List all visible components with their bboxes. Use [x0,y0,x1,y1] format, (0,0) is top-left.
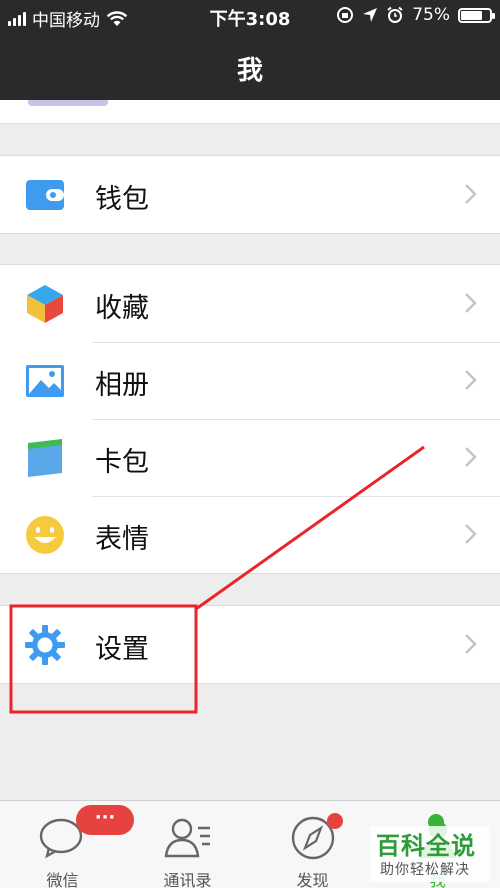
profile-image-strip [28,100,108,106]
menu-group-wallet: 钱包 [0,155,500,234]
watermark: 百科全说 助你轻松解决 [370,826,490,882]
battery-percent: 75% [412,5,450,25]
tab-discover[interactable]: 发现 [250,801,375,888]
menu-label-wallet: 钱包 [95,184,149,215]
alarm-icon [387,6,403,23]
menu-group-settings: 设置 [0,605,500,684]
menu-label-stickers: 表情 [95,524,149,555]
menu-item-card-wallet[interactable]: 卡包 [0,419,500,496]
menu-label-favorites: 收藏 [95,293,149,324]
status-bar: 中国移动 下午3:08 75% [0,0,500,32]
chevron-right-icon [465,634,477,654]
sticker-icon [26,516,64,554]
discover-notification-dot [327,813,343,829]
tab-contacts[interactable]: 通讯录 [125,801,250,888]
album-icon [26,365,64,397]
rotation-lock-icon [337,7,354,23]
chevron-right-icon [465,184,477,204]
battery-icon [458,7,495,23]
menu-item-favorites[interactable]: 收藏 [0,265,500,342]
menu-item-album[interactable]: 相册 [0,342,500,419]
menu-label-card-wallet: 卡包 [95,447,149,478]
nav-bar: 我 [0,32,500,100]
profile-card[interactable] [0,100,500,124]
settings-icon [25,625,65,665]
tab-label-discover: 发现 [296,871,329,888]
menu-group-content: 收藏 相册 卡包 表情 [0,264,500,574]
chevron-right-icon [465,447,477,467]
favorites-icon [27,285,63,323]
chevron-right-icon [465,370,477,390]
menu-label-settings: 设置 [95,634,149,665]
chevron-right-icon [465,524,477,544]
menu-label-album: 相册 [95,370,149,401]
page-title: 我 [236,56,263,86]
card-wallet-icon [28,439,62,477]
watermark-subtitle: 助你轻松解决 [380,862,470,878]
menu-item-wallet[interactable]: 钱包 [0,156,500,233]
tab-label-contacts: 通讯录 [163,871,212,888]
menu-item-stickers[interactable]: 表情 [0,496,500,573]
contacts-icon [164,818,210,858]
location-icon [363,8,378,22]
menu-item-settings[interactable]: 设置 [0,606,500,683]
wallet-icon [26,180,64,210]
chevron-right-icon [465,293,477,313]
watermark-title: 百科全说 [376,832,476,860]
tab-label-chats: 微信 [46,871,79,888]
